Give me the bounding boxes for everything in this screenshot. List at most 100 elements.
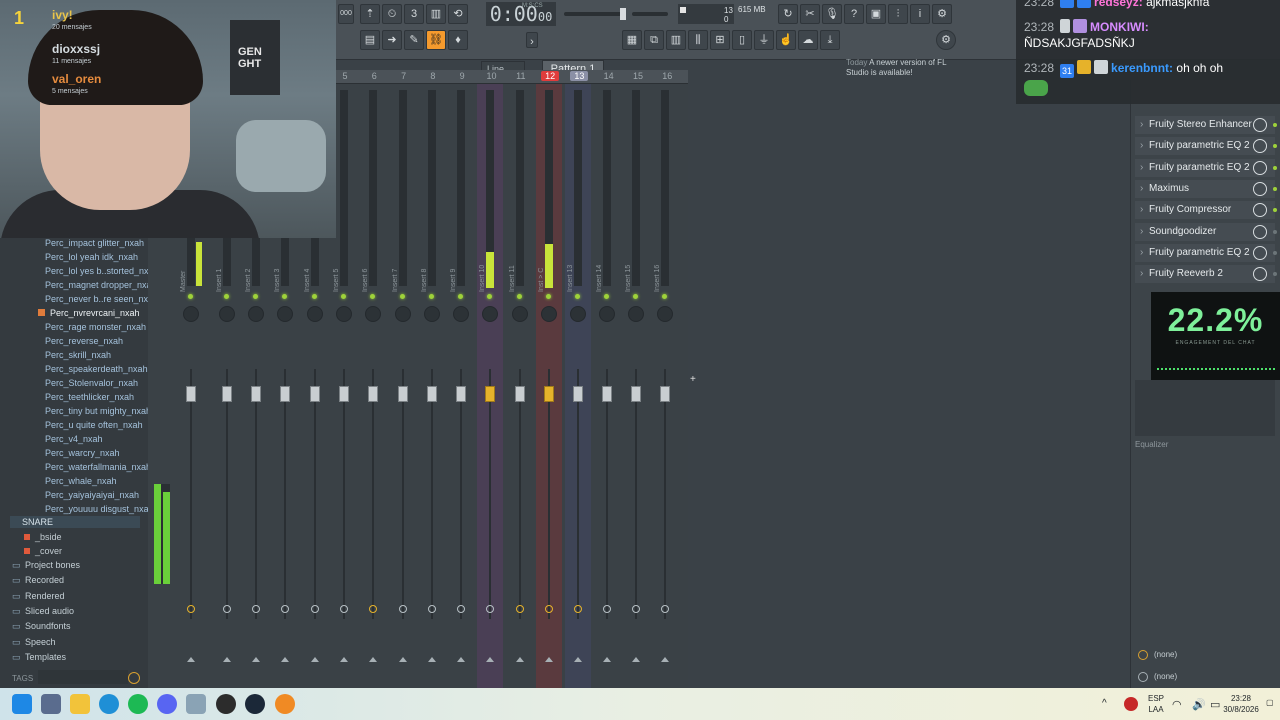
time-display[interactable]: 0:0000 [486, 2, 556, 26]
fx-output-select[interactable]: (none) [1136, 669, 1270, 685]
mute-led[interactable] [604, 294, 609, 299]
save-icon[interactable]: ▣ [866, 4, 886, 24]
mute-led[interactable] [224, 294, 229, 299]
browser-item[interactable]: Perc_whale_nxah [45, 476, 117, 486]
plugin-icon[interactable]: ⚙ [932, 4, 952, 24]
route-button[interactable] [574, 605, 582, 613]
ruler-number[interactable]: 5 [336, 71, 354, 81]
playlist-icon[interactable]: ▦ [622, 30, 642, 50]
fx-enable-led[interactable] [1273, 165, 1277, 170]
plug-icon[interactable]: ⏚ [754, 30, 774, 50]
volume-fader[interactable] [339, 386, 349, 402]
fx-slot[interactable]: Fruity Reeverb 2 [1135, 265, 1275, 284]
download-icon[interactable]: ⤓ [820, 30, 840, 50]
browser-folder[interactable]: ▭ Soundfonts [12, 621, 71, 632]
browser-item[interactable]: Perc_never b..re seen_nxah [45, 294, 158, 304]
browser-item[interactable]: Perc_lol yeah idk_nxah [45, 252, 138, 262]
pattern-prev-icon[interactable]: › [526, 32, 538, 48]
browser-item[interactable]: Perc_reverse_nxah [45, 336, 123, 346]
route-button[interactable] [428, 605, 436, 613]
strip-name[interactable]: Insert 3 [274, 252, 300, 292]
touch-icon[interactable]: ☝ [776, 30, 796, 50]
browser-icon[interactable]: ⊞ [710, 30, 730, 50]
mute-led[interactable] [400, 294, 405, 299]
volume-fader[interactable] [660, 386, 670, 402]
route-button[interactable] [457, 605, 465, 613]
strip-name[interactable]: Insert 4 [304, 252, 330, 292]
send-arrow-icon[interactable] [516, 657, 524, 662]
volume-fader[interactable] [427, 386, 437, 402]
volume-fader[interactable] [310, 386, 320, 402]
wifi-icon[interactable]: ◠ [1172, 698, 1182, 711]
send-arrow-icon[interactable] [399, 657, 407, 662]
fx-mix-knob[interactable] [1253, 224, 1267, 239]
browser-folder[interactable]: ▭ Speech [12, 637, 56, 648]
browser-item[interactable]: Perc_tiny but mighty_nxah [45, 406, 151, 416]
strip-name[interactable]: Master [180, 252, 206, 292]
strip-name[interactable]: Insert 6 [362, 252, 388, 292]
route-button[interactable] [311, 605, 319, 613]
mute-led[interactable] [312, 294, 317, 299]
piano-roll-icon[interactable]: ▤ [360, 30, 380, 50]
route-button[interactable] [661, 605, 669, 613]
browser-folder[interactable]: ▭ Recorded [12, 575, 64, 586]
pan-knob[interactable] [512, 306, 528, 322]
mixer-strip[interactable]: Insert 11 [507, 84, 533, 688]
ruler-number[interactable]: 13 [570, 71, 589, 81]
strip-name[interactable]: Insert 14 [596, 252, 622, 292]
fx-enable-led[interactable] [1273, 144, 1277, 149]
battery-icon[interactable]: ▭ [1210, 698, 1220, 711]
fx-mix-knob[interactable] [1253, 267, 1267, 282]
master-volume-slider[interactable] [564, 8, 626, 20]
mixer-strip[interactable]: Insert 8 [419, 84, 445, 688]
volume-fader[interactable] [544, 386, 554, 402]
strip-name[interactable]: Insert 7 [392, 252, 418, 292]
browser-item[interactable]: Perc_skrill_nxah [45, 350, 111, 360]
mute-led[interactable] [188, 294, 193, 299]
strip-name[interactable]: Insert 1 [216, 252, 242, 292]
pan-knob[interactable] [277, 306, 293, 322]
pan-knob[interactable] [424, 306, 440, 322]
fx-mix-knob[interactable] [1253, 203, 1267, 218]
pan-knob[interactable] [183, 306, 199, 322]
browser-folder[interactable]: ▭ Sliced audio [12, 606, 74, 617]
send-arrow-icon[interactable] [187, 657, 195, 662]
browser-folder[interactable]: ▭ Templates [12, 652, 66, 663]
browser-item[interactable]: Perc_yaiyaiyaiyai_nxah [45, 490, 139, 500]
pan-knob[interactable] [570, 306, 586, 322]
mute-led[interactable] [633, 294, 638, 299]
volume-fader[interactable] [602, 386, 612, 402]
send-arrow-icon[interactable] [369, 657, 377, 662]
task-view-icon[interactable] [41, 694, 61, 714]
fx-enable-led[interactable] [1273, 229, 1277, 234]
route-button[interactable] [187, 605, 195, 613]
pan-knob[interactable] [657, 306, 673, 322]
fx-mix-knob[interactable] [1253, 245, 1267, 260]
volume-fader[interactable] [456, 386, 466, 402]
pan-knob[interactable] [541, 306, 557, 322]
send-arrow-icon[interactable] [252, 657, 260, 662]
keyboard-layout[interactable]: LAA [1146, 705, 1166, 714]
mixer-icon[interactable]: ⫶ [888, 4, 908, 24]
mute-led[interactable] [546, 294, 551, 299]
mixer-view-icon[interactable]: ⫼ [688, 30, 708, 50]
browser-item[interactable]: Perc_youuuu disgust_nxah [45, 504, 154, 514]
fx-slot[interactable]: Maximus [1135, 179, 1275, 198]
strip-name[interactable]: Insert 5 [333, 252, 359, 292]
browser-item[interactable]: Perc_lol yes b..storted_nxah [45, 266, 159, 276]
fx-slot[interactable]: Fruity parametric EQ 2 [1135, 137, 1275, 156]
mute-led[interactable] [517, 294, 522, 299]
fx-mix-knob[interactable] [1253, 118, 1267, 132]
browser-item[interactable]: Perc_teethlicker_nxah [45, 392, 134, 402]
pan-knob[interactable] [336, 306, 352, 322]
volume-fader[interactable] [368, 386, 378, 402]
blend-button[interactable]: ▥ [426, 4, 446, 24]
pan-knob[interactable] [248, 306, 264, 322]
pan-knob[interactable] [395, 306, 411, 322]
browser-sub-bside[interactable]: _bside [24, 532, 62, 542]
volume-fader[interactable] [280, 386, 290, 402]
discord-icon[interactable] [157, 694, 177, 714]
fx-enable-led[interactable] [1273, 123, 1277, 127]
windows-start-icon[interactable] [12, 694, 32, 714]
strip-name[interactable]: Insert 16 [654, 252, 680, 292]
